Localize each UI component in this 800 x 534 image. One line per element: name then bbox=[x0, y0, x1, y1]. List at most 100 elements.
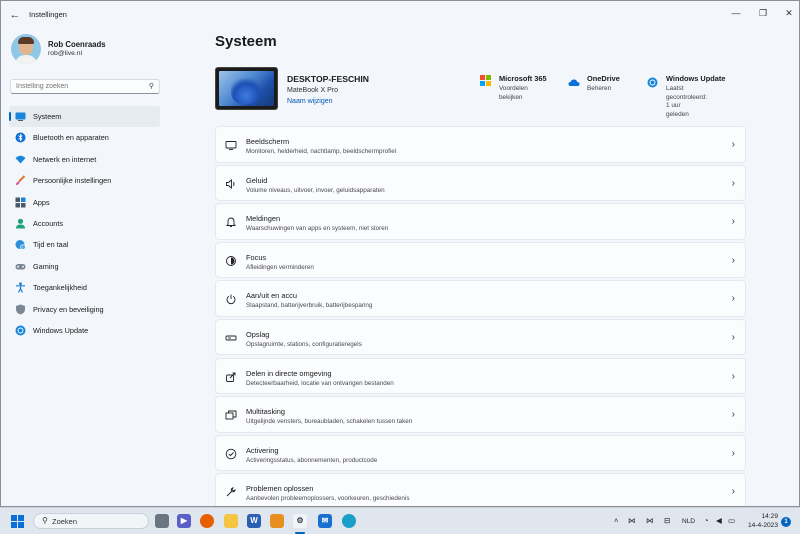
multitasking-icon bbox=[225, 409, 237, 421]
settings-gear-icon[interactable]: ⚙ bbox=[293, 514, 307, 528]
chevron-right-icon: › bbox=[731, 331, 735, 343]
sidebar-item-gaming[interactable]: Gaming bbox=[9, 256, 160, 277]
maximize-button[interactable]: ❐ bbox=[754, 5, 772, 21]
sidebar-item-toegankelijkheid[interactable]: Toegankelijkheid bbox=[9, 277, 160, 298]
media-app-icon[interactable] bbox=[270, 514, 284, 528]
brush-icon bbox=[15, 175, 26, 186]
tray-app-icon-3[interactable]: ⊟ bbox=[664, 516, 670, 525]
word-icon[interactable]: W bbox=[247, 514, 261, 528]
edge-icon[interactable] bbox=[342, 514, 356, 528]
tray-app-icon-1[interactable]: ⋈ bbox=[628, 516, 636, 525]
power-icon bbox=[225, 293, 237, 305]
teams-chat-icon[interactable]: ▶ bbox=[177, 514, 191, 528]
chevron-right-icon: › bbox=[731, 139, 735, 150]
search-box[interactable]: ⚲ bbox=[10, 79, 160, 94]
close-button[interactable]: ✕ bbox=[780, 5, 798, 21]
battery-icon[interactable]: ▭ bbox=[728, 516, 735, 525]
monitor-icon bbox=[15, 111, 26, 122]
wifi-icon[interactable]: ◔ bbox=[704, 516, 709, 525]
focus-icon bbox=[225, 255, 237, 267]
globe-clock-icon bbox=[15, 239, 26, 251]
sidebar-item-privacy[interactable]: Privacy en beveiliging bbox=[9, 299, 160, 320]
windows-update-status-line1: Laatst gecontroleerd: 1 uur bbox=[666, 85, 707, 109]
wifi-icon bbox=[15, 154, 26, 165]
sidebar-nav: Systeem Bluetooth en apparaten Netwerk e… bbox=[9, 106, 160, 341]
avatar[interactable] bbox=[11, 34, 41, 64]
file-explorer-icon[interactable] bbox=[224, 514, 238, 528]
check-circle-icon bbox=[225, 448, 237, 460]
shield-icon bbox=[15, 304, 26, 315]
user-email: rob@live.nl bbox=[48, 50, 83, 57]
card-beeldscherm[interactable]: Beeldscherm Monitoren, helderheid, nacht… bbox=[215, 126, 746, 163]
bell-icon bbox=[225, 216, 237, 228]
card-opslag[interactable]: Opslag Opslagruimte, stations, configura… bbox=[215, 318, 746, 356]
card-focus[interactable]: Focus Afleidingen verminderen › bbox=[215, 241, 746, 279]
bluetooth-icon bbox=[15, 132, 26, 143]
card-meldingen[interactable]: Meldingen Waarschuwingen van apps en sys… bbox=[215, 203, 746, 240]
chevron-right-icon: › bbox=[731, 486, 735, 498]
wrench-icon bbox=[225, 486, 237, 498]
card-delen-in-directe-omgeving[interactable]: Delen in directe omgeving Detecteerbaarh… bbox=[215, 357, 746, 395]
account-icon bbox=[15, 218, 26, 229]
notification-badge[interactable]: 1 bbox=[781, 517, 791, 527]
back-arrow-icon[interactable]: ← bbox=[7, 7, 23, 23]
card-geluid[interactable]: Geluid Volume niveaus, uitvoer, invoer, … bbox=[215, 164, 746, 202]
microsoft365-icon bbox=[480, 75, 491, 86]
sidebar-item-bluetooth[interactable]: Bluetooth en apparaten bbox=[9, 127, 160, 148]
settings-window: ← Instellingen — ❐ ✕ Rob Coenraads rob@l… bbox=[0, 0, 800, 507]
main-content: Systeem DESKTOP-FESCHIN MateBook X Pro N… bbox=[201, 29, 799, 506]
sidebar-item-apps[interactable]: Apps bbox=[9, 192, 160, 213]
windows-update-status-line2: geleden bbox=[666, 110, 689, 118]
search-input[interactable] bbox=[16, 81, 144, 92]
page-title: Systeem bbox=[215, 33, 277, 50]
chevron-right-icon: › bbox=[731, 293, 735, 305]
search-icon: ⚲ bbox=[42, 516, 48, 525]
device-model: MateBook X Pro bbox=[287, 87, 338, 94]
apps-icon bbox=[15, 197, 26, 208]
chevron-right-icon: › bbox=[731, 447, 735, 459]
task-view-icon[interactable] bbox=[155, 514, 169, 528]
share-icon bbox=[225, 371, 237, 383]
device-name: DESKTOP-FESCHIN bbox=[287, 74, 369, 84]
volume-icon[interactable]: ◀ bbox=[716, 516, 722, 525]
settings-cards: Beeldscherm Monitoren, helderheid, nacht… bbox=[215, 126, 746, 506]
device-image bbox=[215, 67, 278, 110]
onedrive-icon bbox=[568, 75, 580, 86]
taskbar-search[interactable]: ⚲ Zoeken bbox=[33, 513, 149, 529]
accessibility-icon bbox=[15, 282, 26, 293]
search-icon: ⚲ bbox=[148, 83, 154, 90]
windows-update-icon bbox=[647, 75, 658, 88]
sidebar: Rob Coenraads rob@live.nl ⚲ Systeem Blue… bbox=[1, 29, 171, 506]
tray-app-icon-2[interactable]: ⋈ bbox=[646, 516, 654, 525]
tray-chevron-up-icon[interactable]: ˄ bbox=[614, 516, 618, 525]
chevron-right-icon: › bbox=[731, 409, 735, 421]
sidebar-item-netwerk[interactable]: Netwerk en internet bbox=[9, 149, 160, 170]
speaker-icon bbox=[225, 178, 237, 190]
language-indicator[interactable]: NLD bbox=[682, 518, 695, 525]
display-icon bbox=[225, 139, 237, 151]
windows-start-icon[interactable] bbox=[11, 515, 24, 528]
update-icon bbox=[15, 325, 26, 336]
minimize-button[interactable]: — bbox=[727, 5, 745, 21]
clock-time[interactable]: 14:29 bbox=[750, 513, 778, 520]
sidebar-item-accounts[interactable]: Accounts bbox=[9, 213, 160, 234]
card-activering[interactable]: Activering Activeringsstatus, abonnement… bbox=[215, 434, 746, 472]
title-bar: ← Instellingen — ❐ ✕ bbox=[1, 1, 799, 29]
gamepad-icon bbox=[15, 261, 26, 272]
app-title: Instellingen bbox=[29, 10, 67, 19]
card-aan-uit-en-accu[interactable]: Aan/uit en accu Slaapstand, batterijverb… bbox=[215, 280, 746, 317]
firefox-icon[interactable] bbox=[200, 514, 214, 528]
sidebar-item-systeem[interactable]: Systeem bbox=[9, 106, 160, 128]
rename-link[interactable]: Naam wijzigen bbox=[287, 98, 333, 105]
card-multitasking[interactable]: Multitasking Uitgelijnde vensters, burea… bbox=[215, 396, 746, 433]
clock-date[interactable]: 14-4-2023 bbox=[742, 522, 778, 529]
chevron-right-icon: › bbox=[731, 177, 735, 189]
chevron-right-icon: › bbox=[731, 254, 735, 266]
sidebar-item-windows-update[interactable]: Windows Update bbox=[9, 320, 160, 341]
sidebar-item-persoonlijk[interactable]: Persoonlijke instellingen bbox=[9, 170, 160, 191]
sidebar-item-tijd-en-taal[interactable]: Tijd en taal bbox=[9, 234, 160, 255]
storage-icon bbox=[225, 332, 237, 344]
taskbar: ⚲ Zoeken ▶ W ⚙ ✉ ˄ ⋈ ⋈ ⊟ NLD ◔ ◀ ▭ 14:29… bbox=[0, 507, 800, 534]
card-problemen-oplossen[interactable]: Problemen oplossen Aanbevolen probleemop… bbox=[215, 473, 746, 506]
mail-icon[interactable]: ✉ bbox=[318, 514, 332, 528]
